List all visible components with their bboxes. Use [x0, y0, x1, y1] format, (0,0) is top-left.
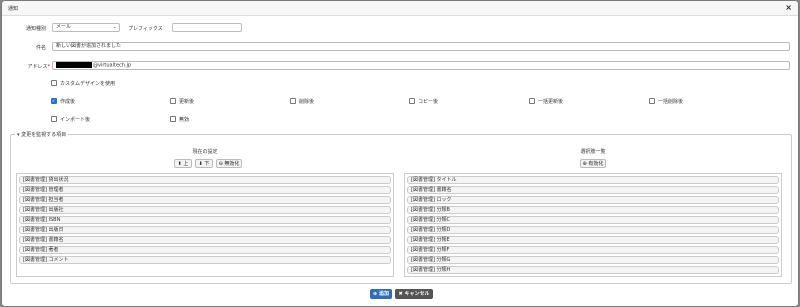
list-item[interactable]: [図書管理] 分類D	[407, 226, 779, 234]
disable-label: 無効化	[224, 161, 240, 167]
current-items-list[interactable]: [図書管理] 貸出状況 [図書管理] 管理者 [図書管理] 担当者 [図書管理]…	[16, 173, 394, 277]
monitor-fieldset: ▾ 変更を監視する項目 現在の設定 ⬆ 上 ⬇ 下 ⊖ 無効化 [図書管理] 貸…	[10, 131, 792, 284]
move-down-button[interactable]: ⬇ 下	[195, 159, 213, 168]
trigger-after-bulk-update[interactable]: 一括更新後	[529, 97, 564, 105]
notification-dialog: 通知 × 通知種別 メール ⌄ プレフィックス 件名 新しい図書が追加されました…	[2, 1, 798, 306]
list-item[interactable]: [図書管理] 著者	[19, 246, 391, 254]
available-items-title: 選択肢一覧	[580, 149, 606, 155]
trigger-label: 一括削除後	[658, 99, 684, 105]
add-label: 追加	[378, 291, 389, 297]
enable-label: 有効化	[588, 161, 604, 167]
list-item[interactable]: [図書管理] ロック	[407, 196, 779, 204]
trigger-disabled[interactable]: 無効	[170, 115, 190, 123]
address-label-text: アドレス	[27, 64, 48, 70]
list-item[interactable]: [図書管理] 分類E	[407, 236, 779, 244]
list-item[interactable]: [図書管理] タイトル	[407, 176, 779, 184]
list-item[interactable]: [図書管理] 書籍名	[19, 236, 391, 244]
available-items-list[interactable]: [図書管理] タイトル [図書管理] 書籍名 [図書管理] ロック [図書管理]…	[404, 173, 782, 277]
trigger-label: インポート後	[60, 117, 91, 123]
list-item[interactable]: [図書管理] 管理者	[19, 186, 391, 194]
checkbox-box	[51, 79, 57, 86]
minus-circle-icon: ⊖	[218, 161, 223, 167]
trigger-after-bulk-delete[interactable]: 一括削除後	[649, 97, 684, 105]
list-item[interactable]: [図書管理] 貸出状況	[19, 176, 391, 184]
custom-design-label: カスタムデザインを使用	[60, 81, 116, 87]
list-item[interactable]: [図書管理] 分類F	[407, 246, 779, 254]
monitor-legend[interactable]: ▾ 変更を監視する項目	[15, 131, 69, 138]
trigger-label: コピー後	[418, 99, 439, 105]
trigger-label: 作成後	[60, 99, 76, 105]
list-item[interactable]: [図書管理] 担当者	[19, 196, 391, 204]
address-input[interactable]: @virtualtech.jp	[52, 61, 790, 70]
list-item[interactable]: [図書管理] 出版社	[19, 206, 391, 214]
monitor-legend-text: 変更を監視する項目	[21, 132, 67, 138]
cancel-label: キャンセル	[404, 291, 430, 297]
checkbox-box	[51, 97, 57, 104]
dialog-title: 通知	[8, 6, 19, 12]
notify-type-label: 通知種別	[25, 26, 46, 32]
move-up-button[interactable]: ⬆ 上	[174, 159, 192, 168]
address-label: アドレス*	[12, 63, 50, 70]
dialog-titlebar: 通知 ×	[2, 1, 798, 16]
close-icon: ✖	[398, 291, 403, 297]
required-mark: *	[47, 64, 51, 70]
cancel-button[interactable]: ✖ キャンセル	[395, 289, 433, 299]
checkbox-box	[409, 97, 415, 104]
plus-circle-icon: ⊕	[582, 161, 587, 167]
notify-type-select[interactable]: メール ⌄	[52, 23, 120, 32]
list-item[interactable]: [図書管理] 分類G	[407, 256, 779, 264]
subject-value: 新しい図書が追加されました	[56, 43, 122, 49]
subject-label: 件名	[35, 45, 46, 51]
checkbox-box	[649, 97, 655, 104]
list-item[interactable]: [図書管理] 出版日	[19, 226, 391, 234]
notify-type-value: メール	[56, 24, 72, 30]
checkbox-box	[170, 115, 176, 122]
custom-design-checkbox[interactable]: カスタムデザインを使用	[51, 79, 116, 87]
chevron-down-icon: ⌄	[112, 24, 117, 30]
checkbox-box	[290, 97, 296, 104]
prefix-input[interactable]	[172, 23, 242, 32]
trigger-label: 更新後	[179, 99, 195, 105]
plus-circle-icon: ⊕	[373, 291, 378, 297]
trigger-label: 一括更新後	[538, 99, 564, 105]
close-icon[interactable]: ×	[785, 3, 792, 13]
enable-button[interactable]: ⊕ 有効化	[580, 159, 606, 168]
arrow-up-icon: ⬆	[177, 161, 182, 167]
trigger-after-import[interactable]: インポート後	[51, 115, 91, 123]
trigger-label: 無効	[179, 117, 190, 123]
trigger-after-update[interactable]: 更新後	[170, 97, 195, 105]
list-item[interactable]: [図書管理] ISBN	[19, 216, 391, 224]
trigger-after-delete[interactable]: 削除後	[290, 97, 315, 105]
subject-input[interactable]: 新しい図書が追加されました	[52, 42, 790, 51]
prefix-label: プレフィックス	[128, 26, 163, 32]
redacted-block	[56, 62, 92, 68]
list-item[interactable]: [図書管理] 分類B	[407, 206, 779, 214]
trigger-label: 削除後	[299, 99, 315, 105]
arrow-down-icon: ⬇	[198, 161, 203, 167]
list-item[interactable]: [図書管理] 書籍名	[407, 186, 779, 194]
checkbox-box	[170, 97, 176, 104]
trigger-after-copy[interactable]: コピー後	[409, 97, 439, 105]
add-button[interactable]: ⊕ 追加	[370, 289, 392, 299]
disable-button[interactable]: ⊖ 無効化	[216, 159, 242, 168]
address-value-suffix: @virtualtech.jp	[93, 62, 132, 69]
checkbox-box	[51, 115, 57, 122]
list-item[interactable]: [図書管理] 分類C	[407, 216, 779, 224]
checkbox-box	[529, 97, 535, 104]
move-down-label: 下	[204, 161, 210, 167]
list-item[interactable]: [図書管理] コメント	[19, 256, 391, 264]
trigger-after-create[interactable]: 作成後	[51, 97, 76, 105]
current-settings-title: 現在の設定	[192, 149, 218, 155]
list-item[interactable]: [図書管理] 分類H	[407, 266, 779, 274]
move-up-label: 上	[183, 161, 189, 167]
